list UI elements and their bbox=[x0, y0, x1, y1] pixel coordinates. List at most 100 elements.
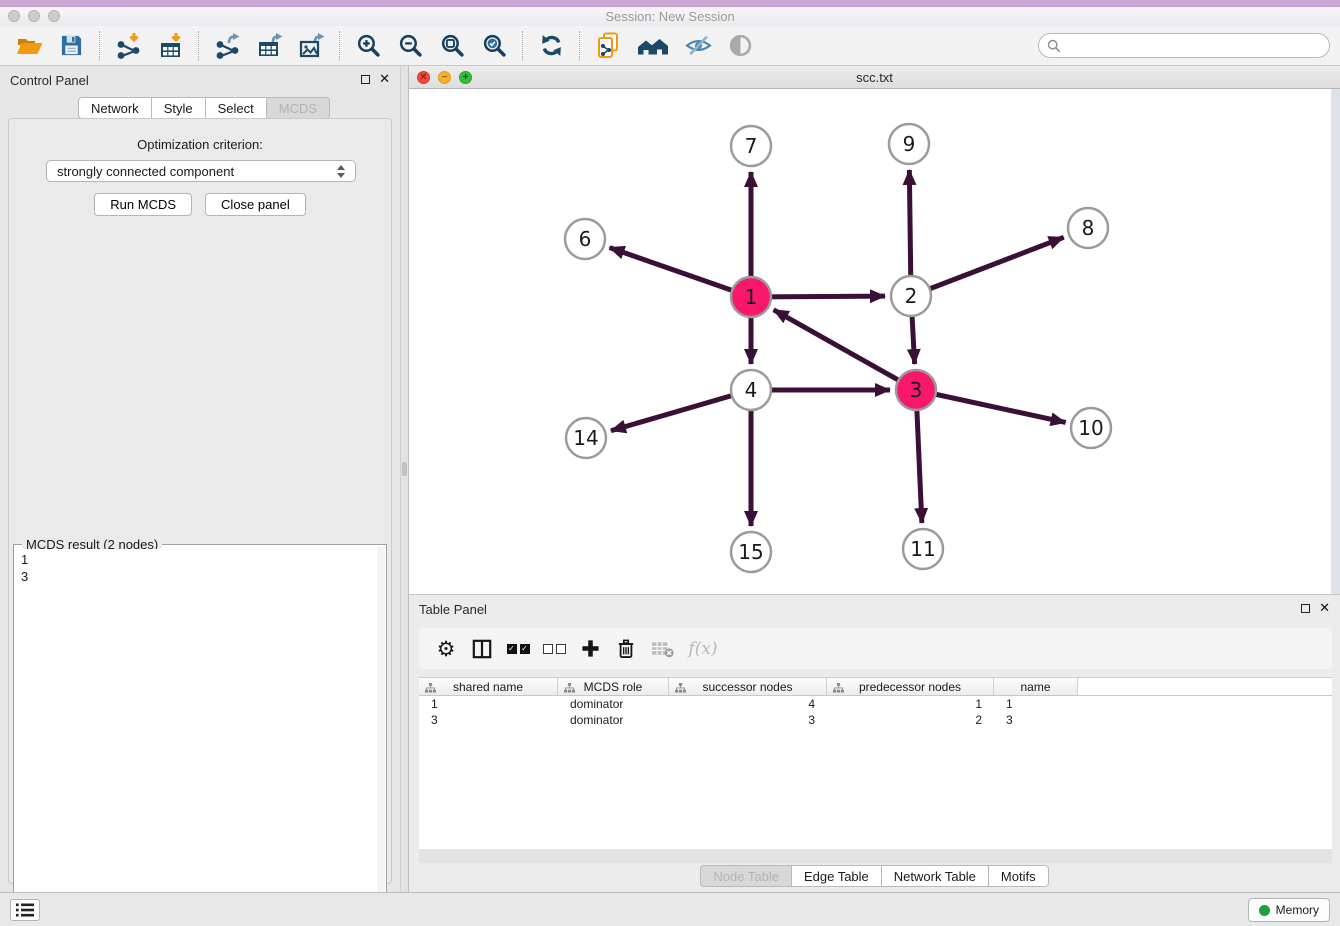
node-2[interactable]: 2 bbox=[891, 276, 931, 316]
close-panel-icon[interactable]: ✕ bbox=[379, 74, 390, 84]
edge-3-1[interactable] bbox=[774, 310, 916, 390]
import-table-icon bbox=[157, 32, 184, 59]
add-row-button[interactable] bbox=[573, 632, 607, 666]
tab-select[interactable]: Select bbox=[206, 97, 267, 119]
result-scrollbar[interactable] bbox=[377, 547, 385, 921]
node-6[interactable]: 6 bbox=[565, 219, 605, 259]
node-11[interactable]: 11 bbox=[903, 529, 943, 569]
table-scroll-strip[interactable] bbox=[419, 849, 1332, 863]
edge-4-14[interactable] bbox=[611, 390, 751, 431]
column-header-MCDS-role[interactable]: MCDS role bbox=[558, 678, 669, 695]
open-session-button[interactable] bbox=[11, 29, 47, 63]
mcds-result-text[interactable]: 1 3 bbox=[16, 549, 376, 921]
table-panel: Table Panel ✕ ⚙ ✓✓ bbox=[408, 594, 1340, 892]
zoom-in-button[interactable] bbox=[350, 29, 386, 63]
cell[interactable]: 3 bbox=[994, 712, 1078, 728]
node-1[interactable]: 1 bbox=[731, 277, 771, 317]
deselect-all-checks-button[interactable] bbox=[537, 632, 571, 666]
tab-mcds[interactable]: MCDS bbox=[267, 97, 330, 119]
column-header-predecessor-nodes[interactable]: predecessor nodes bbox=[827, 678, 994, 695]
node-3[interactable]: 3 bbox=[896, 370, 936, 410]
cell[interactable]: 1 bbox=[419, 696, 558, 712]
criterion-dropdown[interactable]: strongly connected component bbox=[46, 160, 356, 182]
memory-label: Memory bbox=[1276, 903, 1319, 917]
network-graph[interactable]: 7 9 6 8 1 2 4 3 14 10 15 11 bbox=[409, 89, 1331, 594]
node-14[interactable]: 14 bbox=[566, 418, 606, 458]
node-8[interactable]: 8 bbox=[1068, 208, 1108, 248]
table-tab-network-table[interactable]: Network Table bbox=[882, 865, 989, 887]
export-table-button[interactable] bbox=[251, 29, 287, 63]
export-image-button[interactable] bbox=[293, 29, 329, 63]
show-graphics-details-button[interactable] bbox=[722, 29, 758, 63]
window-accent-strip bbox=[0, 0, 1340, 7]
new-network-from-file-button[interactable] bbox=[590, 29, 626, 63]
save-session-button[interactable] bbox=[53, 29, 89, 63]
import-table-button[interactable] bbox=[152, 29, 188, 63]
cell[interactable]: 4 bbox=[669, 696, 827, 712]
table-tab-node-table[interactable]: Node Table bbox=[700, 865, 792, 887]
table-row-1[interactable]: 3dominator323 bbox=[419, 712, 1332, 728]
edge-3-10[interactable] bbox=[916, 390, 1066, 422]
search-field[interactable] bbox=[1038, 33, 1330, 58]
zoom-fit-icon bbox=[440, 33, 465, 58]
table-tab-edge-table[interactable]: Edge Table bbox=[792, 865, 882, 887]
zoom-out-button[interactable] bbox=[392, 29, 428, 63]
save-icon bbox=[60, 34, 83, 57]
home-pages-button[interactable] bbox=[632, 29, 674, 63]
table-row-0[interactable]: 1dominator411 bbox=[419, 696, 1332, 712]
node-4[interactable]: 4 bbox=[731, 370, 771, 410]
network-window-titlebar[interactable]: ✕ − + scc.txt bbox=[409, 66, 1340, 89]
float-panel-icon[interactable] bbox=[1301, 604, 1310, 613]
column-header-name[interactable]: name bbox=[994, 678, 1078, 695]
network-vertical-scrollbar[interactable] bbox=[1331, 89, 1340, 594]
edge-1-6[interactable] bbox=[610, 248, 751, 297]
cell[interactable]: 1 bbox=[994, 696, 1078, 712]
close-panel-icon[interactable]: ✕ bbox=[1319, 603, 1330, 613]
column-settings-button[interactable]: ⚙ bbox=[429, 632, 463, 666]
close-panel-button[interactable]: Close panel bbox=[205, 193, 306, 216]
toolbar-separator bbox=[99, 31, 100, 61]
cell[interactable]: 2 bbox=[827, 712, 994, 728]
edge-2-8[interactable] bbox=[911, 237, 1064, 296]
gear-icon: ⚙ bbox=[437, 637, 456, 661]
apply-layout-button[interactable] bbox=[533, 29, 569, 63]
node-label-9: 9 bbox=[903, 132, 916, 156]
search-input[interactable] bbox=[1066, 39, 1321, 53]
network-canvas[interactable]: 7 9 6 8 1 2 4 3 14 10 15 11 bbox=[409, 89, 1331, 594]
control-panel-tabs: NetworkStyleSelectMCDS bbox=[78, 97, 330, 119]
node-15[interactable]: 15 bbox=[731, 532, 771, 572]
zoom-selected-button[interactable] bbox=[476, 29, 512, 63]
memory-button[interactable]: Memory bbox=[1248, 898, 1330, 922]
refresh-icon bbox=[539, 33, 564, 58]
vertical-splitter[interactable] bbox=[400, 66, 408, 892]
node-9[interactable]: 9 bbox=[889, 124, 929, 164]
tab-style[interactable]: Style bbox=[152, 97, 206, 119]
delete-table-button[interactable] bbox=[645, 632, 679, 666]
mcds-result-groupbox: MCDS result (2 nodes) 1 3 bbox=[13, 544, 387, 924]
cell[interactable]: 3 bbox=[419, 712, 558, 728]
column-header-successor-nodes[interactable]: successor nodes bbox=[669, 678, 827, 695]
function-builder-button[interactable]: f(x) bbox=[681, 632, 725, 666]
node-10[interactable]: 10 bbox=[1071, 408, 1111, 448]
zoom-fit-button[interactable] bbox=[434, 29, 470, 63]
run-mcds-button[interactable]: Run MCDS bbox=[94, 193, 192, 216]
cell[interactable]: 3 bbox=[669, 712, 827, 728]
network-file-icon bbox=[595, 32, 622, 59]
node-label-8: 8 bbox=[1082, 216, 1095, 240]
table-tab-motifs[interactable]: Motifs bbox=[989, 865, 1049, 887]
select-all-checks-button[interactable]: ✓✓ bbox=[501, 632, 535, 666]
task-history-button[interactable] bbox=[10, 899, 40, 921]
column-header-shared-name[interactable]: shared name bbox=[419, 678, 558, 695]
float-panel-icon[interactable] bbox=[361, 75, 370, 84]
cell[interactable]: dominator bbox=[558, 696, 669, 712]
tab-network[interactable]: Network bbox=[78, 97, 152, 119]
delete-row-button[interactable] bbox=[609, 632, 643, 666]
hide-details-button[interactable] bbox=[680, 29, 716, 63]
cell[interactable]: dominator bbox=[558, 712, 669, 728]
import-network-button[interactable] bbox=[110, 29, 146, 63]
splitter-grip[interactable] bbox=[402, 462, 407, 476]
export-network-button[interactable] bbox=[209, 29, 245, 63]
cell[interactable]: 1 bbox=[827, 696, 994, 712]
node-7[interactable]: 7 bbox=[731, 126, 771, 166]
show-columns-button[interactable] bbox=[465, 632, 499, 666]
